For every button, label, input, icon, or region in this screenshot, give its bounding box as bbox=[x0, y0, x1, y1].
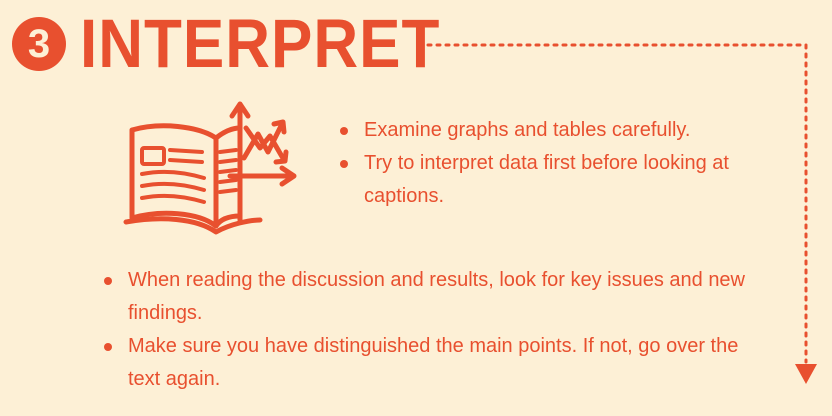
list-item: Examine graphs and tables carefully. bbox=[338, 114, 778, 147]
top-bullet-list: Examine graphs and tables carefully. Try… bbox=[338, 114, 778, 213]
list-item: Make sure you have distinguished the mai… bbox=[102, 330, 762, 396]
bottom-bullet-list: When reading the discussion and results,… bbox=[102, 264, 762, 396]
list-item: Try to interpret data first before looki… bbox=[338, 147, 778, 213]
book-chart-icon bbox=[120, 100, 310, 245]
list-item: When reading the discussion and results,… bbox=[102, 264, 762, 330]
arrow-down-icon bbox=[795, 364, 817, 384]
